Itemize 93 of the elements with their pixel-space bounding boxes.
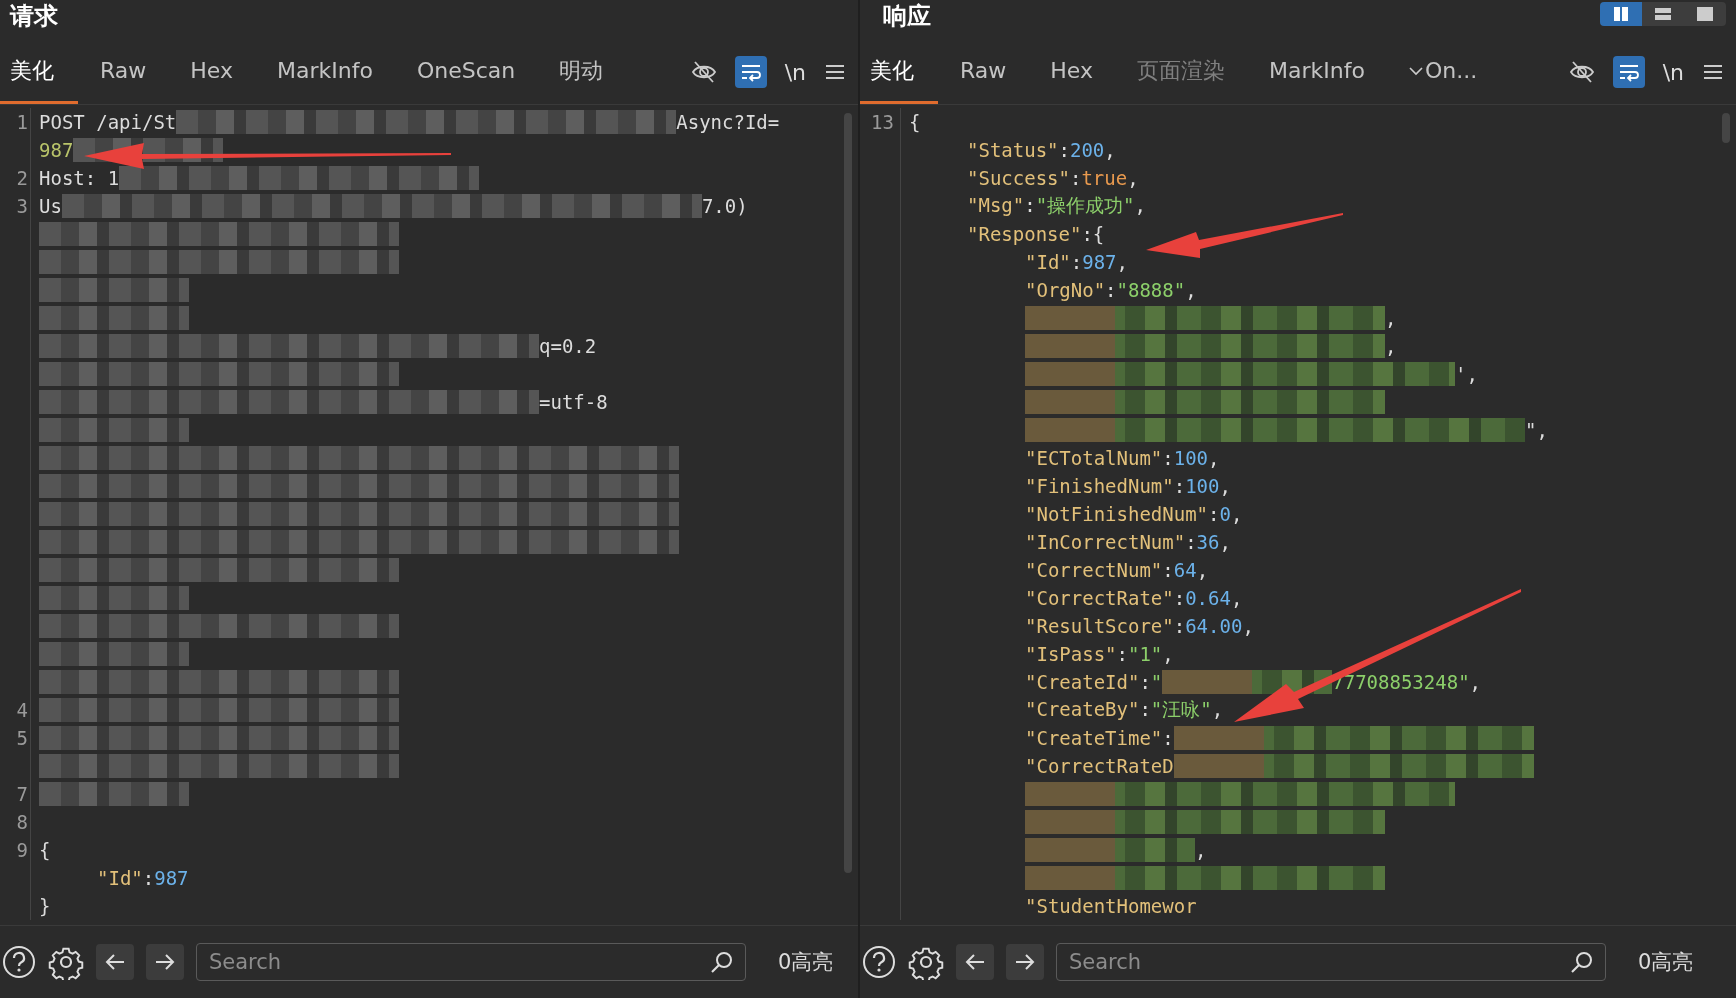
eye-slash-icon[interactable] (1568, 59, 1595, 85)
code-text: "CreateTime": (1025, 727, 1174, 749)
eye-slash-icon[interactable] (690, 59, 717, 85)
back-button[interactable] (96, 944, 134, 980)
word-wrap-button[interactable] (734, 56, 767, 88)
wrap-icon (739, 62, 762, 82)
code-text: "Id":987 (97, 867, 189, 889)
code-text: "Response":{ (967, 223, 1105, 245)
line-number: 2 (16, 167, 28, 189)
scrollbar[interactable] (844, 113, 852, 873)
tab[interactable]: MarkInfo (1247, 40, 1387, 104)
tab[interactable]: 明动 (537, 40, 626, 104)
code-text: ", (1525, 419, 1548, 441)
code-text: 987 (39, 139, 74, 161)
scrollbar[interactable] (1722, 113, 1730, 143)
right-arrow-icon (154, 952, 176, 972)
line-number: 13 (871, 111, 894, 133)
tab[interactable]: MarkInfo (255, 40, 395, 104)
highlight-count: 0高亮 (778, 949, 834, 976)
tab[interactable]: Raw (78, 40, 169, 104)
code-text: "CreateBy":"汪咏", (1025, 697, 1224, 722)
code-text: ', (1455, 363, 1478, 385)
left-arrow-icon (964, 952, 986, 972)
tab[interactable]: On... (1386, 40, 1500, 104)
code-text: } (39, 895, 51, 917)
code-text: "StudentHomewor (1025, 895, 1197, 917)
tab[interactable]: Hex (168, 40, 255, 104)
code-text: "ResultScore":64.00, (1025, 615, 1254, 637)
forward-button[interactable] (1006, 944, 1044, 980)
square-icon (1696, 6, 1714, 22)
search-icon[interactable] (710, 950, 734, 974)
line-number: 5 (16, 727, 28, 749)
search-icon[interactable] (1570, 950, 1594, 974)
code-text: { (909, 111, 921, 133)
code-text: 77708853248", (1332, 671, 1482, 693)
newline-toggle[interactable]: \n (784, 59, 806, 85)
code-text: "OrgNo":"8888", (1025, 279, 1197, 301)
code-text: "CorrectRateD (1025, 755, 1174, 777)
line-number: 3 (16, 195, 28, 217)
line-number: 7 (16, 783, 28, 805)
rows-layout-button[interactable] (1642, 2, 1684, 26)
back-button[interactable] (956, 944, 994, 980)
wrap-icon (1617, 62, 1640, 82)
menu-icon[interactable] (824, 62, 846, 82)
code-text: "CorrectNum":64, (1025, 559, 1209, 581)
right-arrow-icon (1014, 952, 1036, 972)
code-text: "NotFinishedNum":0, (1025, 503, 1243, 525)
code-text: , (1385, 335, 1397, 357)
code-text: , (1385, 307, 1397, 329)
code-text: "CreateId":" (1025, 671, 1163, 693)
code-text: "CorrectRate":0.64, (1025, 587, 1243, 609)
menu-icon[interactable] (1702, 62, 1724, 82)
word-wrap-button[interactable] (1612, 56, 1645, 88)
tab[interactable]: Hex (1028, 40, 1115, 104)
tab[interactable]: Raw (938, 40, 1029, 104)
code-text: 7.0) (701, 195, 748, 217)
code-text: Us (39, 195, 62, 217)
single-layout-button[interactable] (1684, 2, 1726, 26)
code-text: , (1195, 839, 1207, 861)
code-text: "IsPass":"1", (1025, 643, 1174, 665)
help-icon[interactable] (2, 945, 36, 979)
pane-title: 响应 (883, 2, 931, 30)
code-text: POST /api/St (39, 111, 177, 133)
code-text: "Msg":"操作成功", (967, 193, 1146, 218)
code-text: "Status":200, (967, 139, 1116, 161)
code-text: "ECTotalNum":100, (1025, 447, 1220, 469)
code-text: { (39, 839, 51, 861)
forward-button[interactable] (146, 944, 184, 980)
line-number: 1 (16, 111, 28, 133)
code-text: q=0.2 (539, 335, 597, 357)
code-text: "FinishedNum":100, (1025, 475, 1231, 497)
highlight-count: 0高亮 (1638, 949, 1694, 976)
line-number: 4 (16, 699, 28, 721)
tab[interactable]: 美化 (0, 40, 78, 104)
line-number: 9 (16, 839, 28, 861)
line-number: 8 (16, 811, 28, 833)
help-icon[interactable] (862, 945, 896, 979)
code-text: =utf-8 (539, 391, 608, 413)
code-text: "Success":true, (967, 167, 1139, 189)
code-text: Host: 1 (39, 167, 120, 189)
tab[interactable]: 美化 (860, 40, 938, 104)
pane-title: 请求 (10, 2, 58, 30)
search-field[interactable]: Search (1056, 943, 1606, 981)
rows-icon (1654, 6, 1672, 22)
code-text: "InCorrectNum":36, (1025, 531, 1231, 553)
tab[interactable]: OneScan (394, 40, 538, 104)
code-text: Async?Id= (676, 111, 780, 133)
search-field[interactable]: Search (196, 943, 746, 981)
columns-layout-button[interactable] (1600, 2, 1642, 26)
columns-icon (1612, 6, 1630, 22)
left-arrow-icon (104, 952, 126, 972)
newline-toggle[interactable]: \n (1662, 59, 1684, 85)
code-text: "Id":987, (1025, 251, 1128, 273)
